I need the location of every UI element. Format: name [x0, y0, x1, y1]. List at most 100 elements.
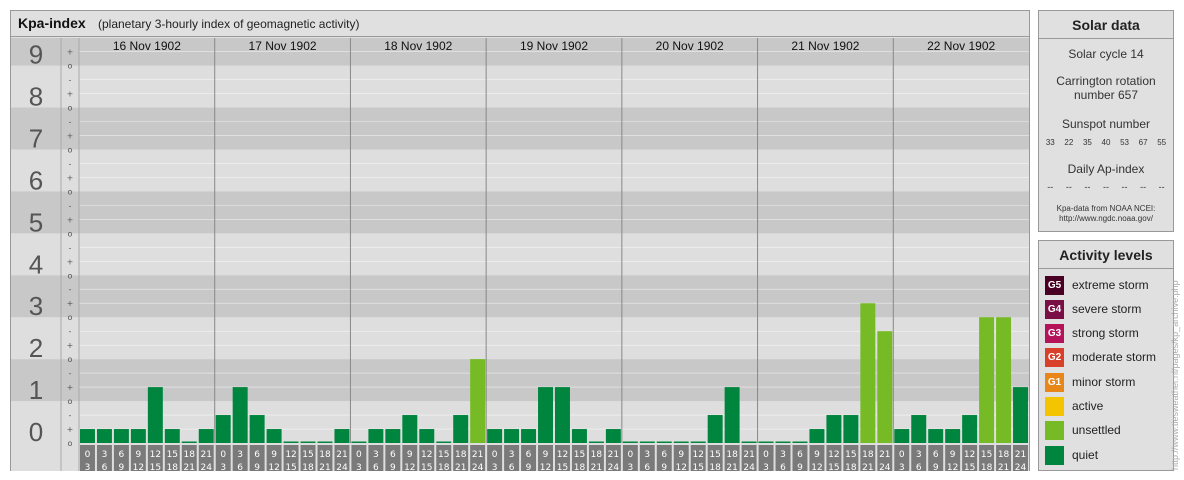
- kp-band: [11, 443, 1029, 471]
- kp-bar: [707, 415, 723, 443]
- kp-bar: [198, 429, 214, 443]
- interval-start-label: 6: [390, 450, 396, 460]
- source-url[interactable]: http://www.ngdc.noaa.gov/: [1039, 214, 1173, 224]
- interval-start-label: 12: [421, 450, 432, 460]
- interval-start-label: 21: [879, 450, 890, 460]
- interval-end-label: 24: [472, 463, 484, 471]
- source-line: Kpa-data from NOAA NCEI:: [1056, 204, 1156, 213]
- kp-band: [11, 275, 1029, 318]
- legend-item-active: active: [1045, 396, 1103, 416]
- y-minor-label: +: [67, 131, 74, 140]
- kp-bar: [877, 331, 893, 443]
- interval-start-label: 3: [780, 450, 786, 460]
- kp-bar: [266, 429, 282, 443]
- kp-bar: [96, 429, 112, 443]
- y-minor-label: +: [67, 48, 74, 57]
- interval-start-label: 3: [916, 450, 922, 460]
- interval-end-label: 21: [862, 463, 873, 471]
- y-minor-label: -: [69, 411, 72, 420]
- interval-start-label: 12: [150, 450, 161, 460]
- legend-item-g2: G2 moderate storm: [1045, 347, 1156, 367]
- legend-item-g1: G1 minor storm: [1045, 372, 1135, 392]
- solar-data-panel: Solar data Solar cycle 14 Carrington rot…: [1038, 10, 1174, 232]
- interval-end-label: 3: [356, 463, 362, 471]
- watermark: http://www.tiesweather.nl/pages/kp_archi…: [1170, 280, 1180, 470]
- interval-end-label: 6: [916, 463, 922, 471]
- interval-start-label: 15: [709, 450, 720, 460]
- sunspot-label: Sunspot number: [1061, 117, 1151, 131]
- kp-bar: [928, 429, 944, 443]
- ap-value: --: [1047, 182, 1054, 192]
- interval-end-label: 9: [119, 463, 125, 471]
- ap-value: --: [1140, 182, 1147, 192]
- y-minor-label: +: [67, 341, 74, 350]
- interval-end-label: 12: [404, 463, 415, 471]
- legend-item-quiet: quiet: [1045, 445, 1098, 465]
- interval-end-label: 21: [184, 463, 195, 471]
- legend-label: severe storm: [1072, 302, 1142, 316]
- kp-bar: [826, 415, 842, 443]
- kp-bar: [283, 441, 299, 443]
- interval-end-label: 6: [373, 463, 379, 471]
- interval-start-label: 0: [763, 450, 769, 460]
- kp-bar: [215, 415, 231, 443]
- interval-end-label: 3: [899, 463, 905, 471]
- day-label: 16 Nov 1902: [113, 39, 181, 53]
- sunspot-value: 33: [1045, 138, 1055, 147]
- interval-end-label: 6: [644, 463, 650, 471]
- interval-start-label: 12: [964, 450, 975, 460]
- day-label: 19 Nov 1902: [520, 39, 588, 53]
- interval-start-label: 18: [455, 450, 467, 460]
- y-minor-label: o: [68, 439, 73, 448]
- y-minor-label: +: [67, 299, 74, 308]
- interval-end-label: 9: [254, 463, 260, 471]
- y-minor-label: o: [68, 313, 73, 322]
- legend-swatch: [1045, 420, 1064, 440]
- y-minor-label: -: [69, 243, 72, 252]
- y-minor-label: -: [69, 327, 72, 336]
- legend-item-g4: G4 severe storm: [1045, 299, 1141, 319]
- interval-start-label: 12: [285, 450, 296, 460]
- chart-title: Kpa-index: [18, 15, 86, 31]
- kp-bar: [436, 441, 452, 443]
- kp-band: [11, 359, 1029, 402]
- y-tick-label: 1: [29, 375, 43, 405]
- interval-end-label: 21: [726, 463, 737, 471]
- y-minor-label: o: [68, 187, 73, 196]
- interval-end-label: 15: [828, 463, 839, 471]
- kp-bar: [979, 317, 995, 443]
- interval-start-label: 6: [661, 450, 667, 460]
- interval-start-label: 6: [254, 450, 260, 460]
- kp-bar: [487, 429, 503, 443]
- legend-item-g3: G3 strong storm: [1045, 323, 1139, 343]
- interval-end-label: 24: [608, 463, 620, 471]
- kp-bar: [385, 429, 401, 443]
- sunspot-value: 22: [1064, 138, 1074, 147]
- kp-band: [11, 233, 1029, 276]
- interval-start-label: 15: [845, 450, 856, 460]
- ap-index-label: Daily Ap-index: [1067, 162, 1145, 176]
- kp-bar: [402, 415, 418, 443]
- sunspot-values: 33 22 35 40 53 67 55: [1041, 138, 1171, 147]
- y-tick-label: 4: [29, 249, 43, 279]
- interval-end-label: 3: [220, 463, 226, 471]
- interval-end-label: 3: [763, 463, 769, 471]
- interval-end-label: 15: [285, 463, 296, 471]
- interval-start-label: 21: [472, 450, 483, 460]
- kp-bar: [351, 441, 367, 443]
- interval-start-label: 6: [119, 450, 125, 460]
- kp-bar: [639, 441, 655, 443]
- kp-bar: [181, 441, 197, 443]
- y-tick-label: 3: [29, 291, 43, 321]
- y-tick-label: 5: [29, 207, 43, 237]
- legend-swatch: G1: [1045, 372, 1064, 392]
- y-minor-label: -: [69, 76, 72, 85]
- interval-end-label: 15: [964, 463, 975, 471]
- legend-swatch: G3: [1045, 323, 1064, 343]
- interval-end-label: 9: [661, 463, 667, 471]
- kp-bar: [113, 429, 129, 443]
- y-tick-label: 7: [29, 123, 43, 153]
- y-minor-label: o: [68, 104, 73, 113]
- sunspot-value: 53: [1120, 138, 1129, 147]
- interval-start-label: 6: [526, 450, 532, 460]
